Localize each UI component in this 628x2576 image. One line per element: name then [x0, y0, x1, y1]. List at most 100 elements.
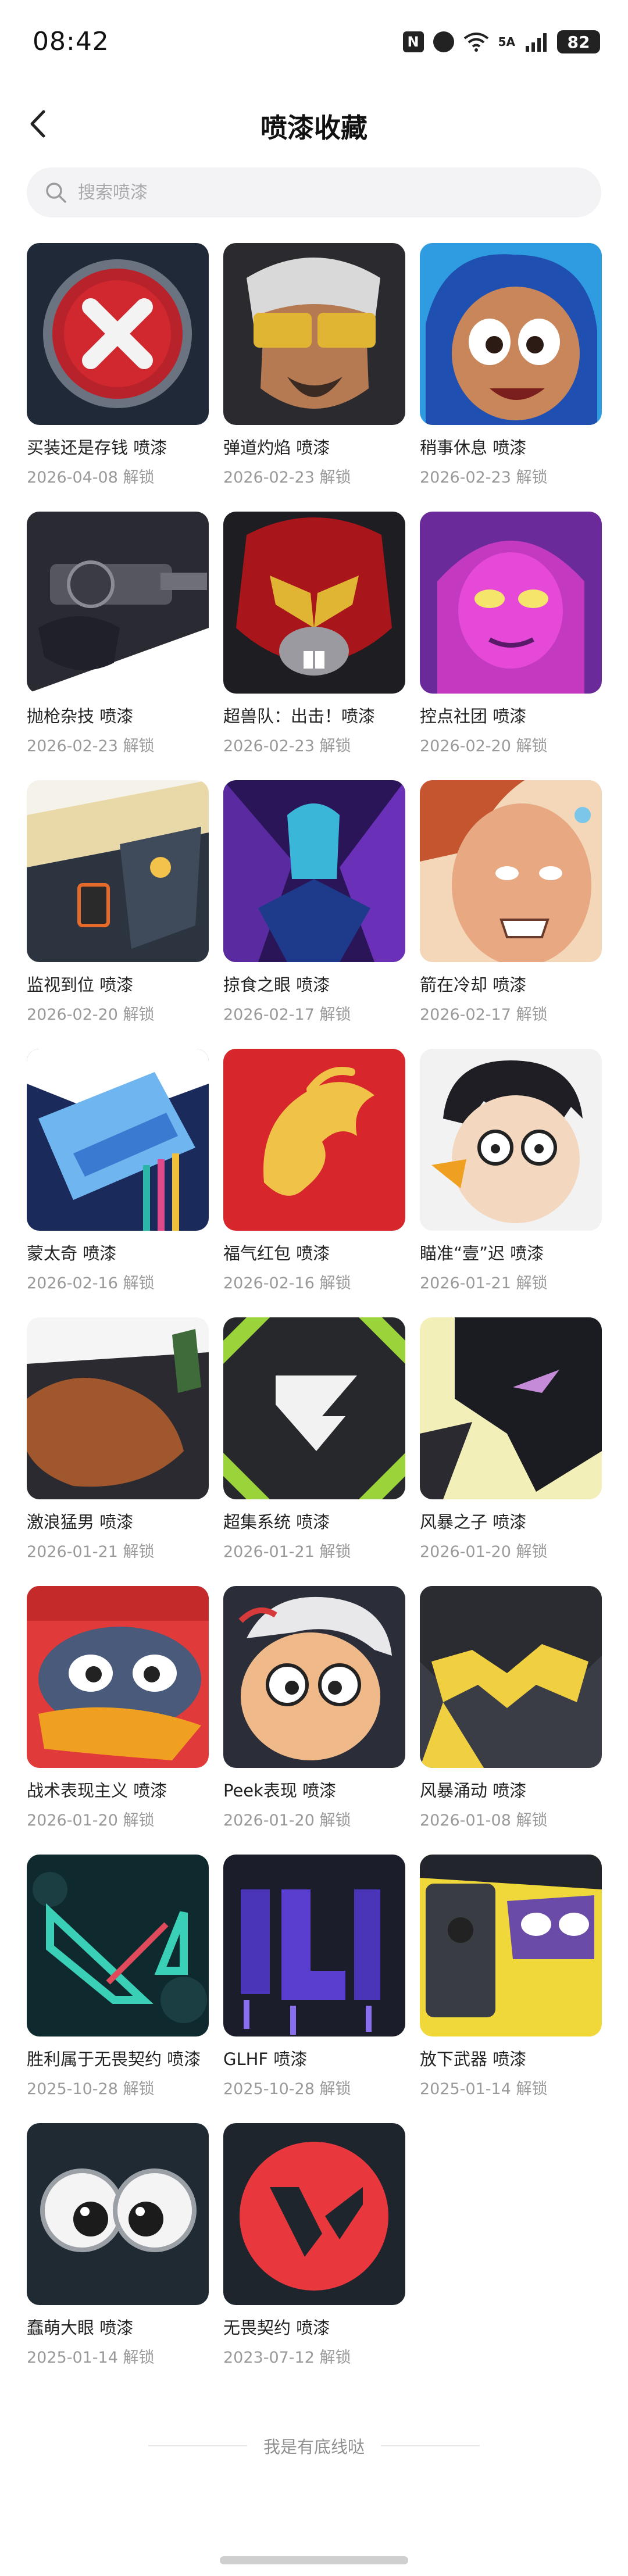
- footer-text: 我是有底线哒: [263, 2437, 365, 2457]
- spray-card[interactable]: 超集系统 喷漆 2026-01-21 解锁: [223, 1317, 405, 1586]
- spray-thumbnail: [27, 243, 209, 425]
- spray-thumbnail: [27, 1049, 209, 1231]
- spray-card[interactable]: GLHF 喷漆 2025-10-28 解锁: [223, 1855, 405, 2123]
- spray-card[interactable]: 弹道灼焰 喷漆 2026-02-23 解锁: [223, 243, 405, 512]
- spray-thumbnail: [223, 2123, 405, 2305]
- spray-unlock-date: 2026-02-17 解锁: [420, 1006, 548, 1024]
- spray-thumbnail: [27, 2123, 209, 2305]
- spray-thumbnail: [27, 1586, 209, 1768]
- spray-thumbnail: [420, 243, 602, 425]
- spray-thumbnail: [420, 1049, 602, 1231]
- nfc-icon: N: [402, 31, 424, 52]
- spray-card[interactable]: 抛枪杂技 喷漆 2026-02-23 解锁: [27, 512, 209, 780]
- spray-card[interactable]: 风暴之子 喷漆 2026-01-20 解锁: [420, 1317, 602, 1586]
- spray-unlock-date: 2026-02-17 解锁: [223, 1006, 351, 1024]
- spray-name: 控点社团 喷漆: [420, 706, 527, 726]
- divider: [148, 2445, 247, 2446]
- spray-unlock-date: 2026-01-20 解锁: [223, 1812, 351, 1830]
- spray-card[interactable]: 风暴涌动 喷漆 2026-01-08 解锁: [420, 1586, 602, 1855]
- spray-grid: 买装还是存钱 喷漆 2026-04-08 解锁 弹道灼焰 喷漆 2026-02-…: [27, 243, 602, 2392]
- spray-thumbnail: [27, 1855, 209, 2036]
- spray-card[interactable]: 稍事休息 喷漆 2026-02-23 解锁: [420, 243, 602, 512]
- spray-unlock-date: 2026-01-08 解锁: [420, 1812, 548, 1830]
- spray-thumbnail: [223, 512, 405, 694]
- spray-card[interactable]: 掠食之眼 喷漆 2026-02-17 解锁: [223, 780, 405, 1049]
- search-bar[interactable]: [27, 167, 601, 217]
- spray-name: 监视到位 喷漆: [27, 975, 134, 995]
- spray-card[interactable]: 控点社团 喷漆 2026-02-20 解锁: [420, 512, 602, 780]
- spray-name: 战术表现主义 喷漆: [27, 1781, 167, 1800]
- list-end-footer: 我是有底线哒: [0, 2431, 628, 2460]
- spray-name: 激浪猛男 喷漆: [27, 1512, 134, 1532]
- spray-name: 抛枪杂技 喷漆: [27, 706, 134, 726]
- spray-card[interactable]: 福气红包 喷漆 2026-02-16 解锁: [223, 1049, 405, 1317]
- spray-name: 超集系统 喷漆: [223, 1512, 330, 1532]
- nav-header: 喷漆收藏: [0, 87, 628, 163]
- spray-thumbnail: [420, 1855, 602, 2036]
- spray-unlock-date: 2025-01-14 解锁: [27, 2349, 155, 2367]
- spray-unlock-date: 2026-02-16 解锁: [27, 1274, 155, 1292]
- spray-card[interactable]: 蒙太奇 喷漆 2026-02-16 解锁: [27, 1049, 209, 1317]
- spray-name: GLHF 喷漆: [223, 2049, 308, 2069]
- status-icons: N 5A 82: [402, 30, 600, 53]
- spray-name: 风暴涌动 喷漆: [420, 1781, 527, 1800]
- spray-card[interactable]: 战术表现主义 喷漆 2026-01-20 解锁: [27, 1586, 209, 1855]
- spray-unlock-date: 2026-01-20 解锁: [27, 1812, 155, 1830]
- spray-name: 无畏契约 喷漆: [223, 2318, 330, 2338]
- spray-unlock-date: 2026-02-16 解锁: [223, 1274, 351, 1292]
- network-type-label: 5A: [498, 35, 515, 49]
- spray-unlock-date: 2026-02-23 解锁: [223, 737, 351, 755]
- spray-name: 买装还是存钱 喷漆: [27, 438, 167, 458]
- home-indicator[interactable]: [220, 2556, 408, 2564]
- spray-name: 放下武器 喷漆: [420, 2049, 527, 2069]
- spray-unlock-date: 2023-07-12 解锁: [223, 2349, 351, 2367]
- spray-card[interactable]: 胜利属于无畏契约 喷漆 2025-10-28 解锁: [27, 1855, 209, 2123]
- spray-thumbnail: [27, 512, 209, 694]
- spray-unlock-date: 2026-01-21 解锁: [420, 1274, 548, 1292]
- divider: [381, 2445, 480, 2446]
- spray-thumbnail: [420, 512, 602, 694]
- spray-unlock-date: 2025-10-28 解锁: [223, 2080, 351, 2098]
- spray-card[interactable]: 买装还是存钱 喷漆 2026-04-08 解锁: [27, 243, 209, 512]
- spray-thumbnail: [27, 780, 209, 962]
- spray-name: 胜利属于无畏契约 喷漆: [27, 2049, 201, 2069]
- spray-unlock-date: 2026-02-20 解锁: [27, 1006, 155, 1024]
- spray-card[interactable]: 超兽队：出击！喷漆 2026-02-23 解锁: [223, 512, 405, 780]
- spray-name: 稍事休息 喷漆: [420, 438, 527, 458]
- spray-unlock-date: 2026-02-20 解锁: [420, 737, 548, 755]
- spray-card[interactable]: 激浪猛男 喷漆 2026-01-21 解锁: [27, 1317, 209, 1586]
- battery-icon: 82: [557, 30, 600, 53]
- spray-thumbnail: [420, 780, 602, 962]
- spray-unlock-date: 2025-10-28 解锁: [27, 2080, 155, 2098]
- search-icon: [44, 181, 67, 204]
- spray-name: 风暴之子 喷漆: [420, 1512, 527, 1532]
- spray-card[interactable]: 箭在冷却 喷漆 2026-02-17 解锁: [420, 780, 602, 1049]
- spray-thumbnail: [27, 1317, 209, 1499]
- spray-card[interactable]: 无畏契约 喷漆 2023-07-12 解锁: [223, 2123, 405, 2392]
- spray-thumbnail: [223, 243, 405, 425]
- spray-thumbnail: [223, 1049, 405, 1231]
- spray-unlock-date: 2025-01-14 解锁: [420, 2080, 548, 2098]
- spray-thumbnail: [420, 1586, 602, 1768]
- status-time: 08:42: [33, 27, 109, 56]
- spray-card[interactable]: 瞄准“壹”迟 喷漆 2026-01-21 解锁: [420, 1049, 602, 1317]
- page-title: 喷漆收藏: [261, 112, 367, 144]
- spray-card[interactable]: 放下武器 喷漆 2025-01-14 解锁: [420, 1855, 602, 2123]
- spray-card[interactable]: 监视到位 喷漆 2026-02-20 解锁: [27, 780, 209, 1049]
- spray-thumbnail: [420, 1317, 602, 1499]
- spray-name: 超兽队：出击！喷漆: [223, 706, 376, 726]
- spray-unlock-date: 2026-01-21 解锁: [223, 1543, 351, 1561]
- signal-icon: [526, 33, 547, 52]
- spray-unlock-date: 2026-01-21 解锁: [27, 1543, 155, 1561]
- status-bar: 08:42 N 5A 82: [0, 0, 628, 87]
- alarm-icon: [433, 31, 454, 52]
- spray-name: 蠢萌大眼 喷漆: [27, 2318, 134, 2338]
- spray-card[interactable]: Peek表现 喷漆 2026-01-20 解锁: [223, 1586, 405, 1855]
- spray-card[interactable]: 蠢萌大眼 喷漆 2025-01-14 解锁: [27, 2123, 209, 2392]
- search-input[interactable]: [77, 181, 544, 203]
- spray-name: 箭在冷却 喷漆: [420, 975, 527, 995]
- spray-name: 福气红包 喷漆: [223, 1244, 330, 1263]
- spray-thumbnail: [223, 1317, 405, 1499]
- spray-unlock-date: 2026-04-08 解锁: [27, 469, 155, 487]
- spray-name: 弹道灼焰 喷漆: [223, 438, 330, 458]
